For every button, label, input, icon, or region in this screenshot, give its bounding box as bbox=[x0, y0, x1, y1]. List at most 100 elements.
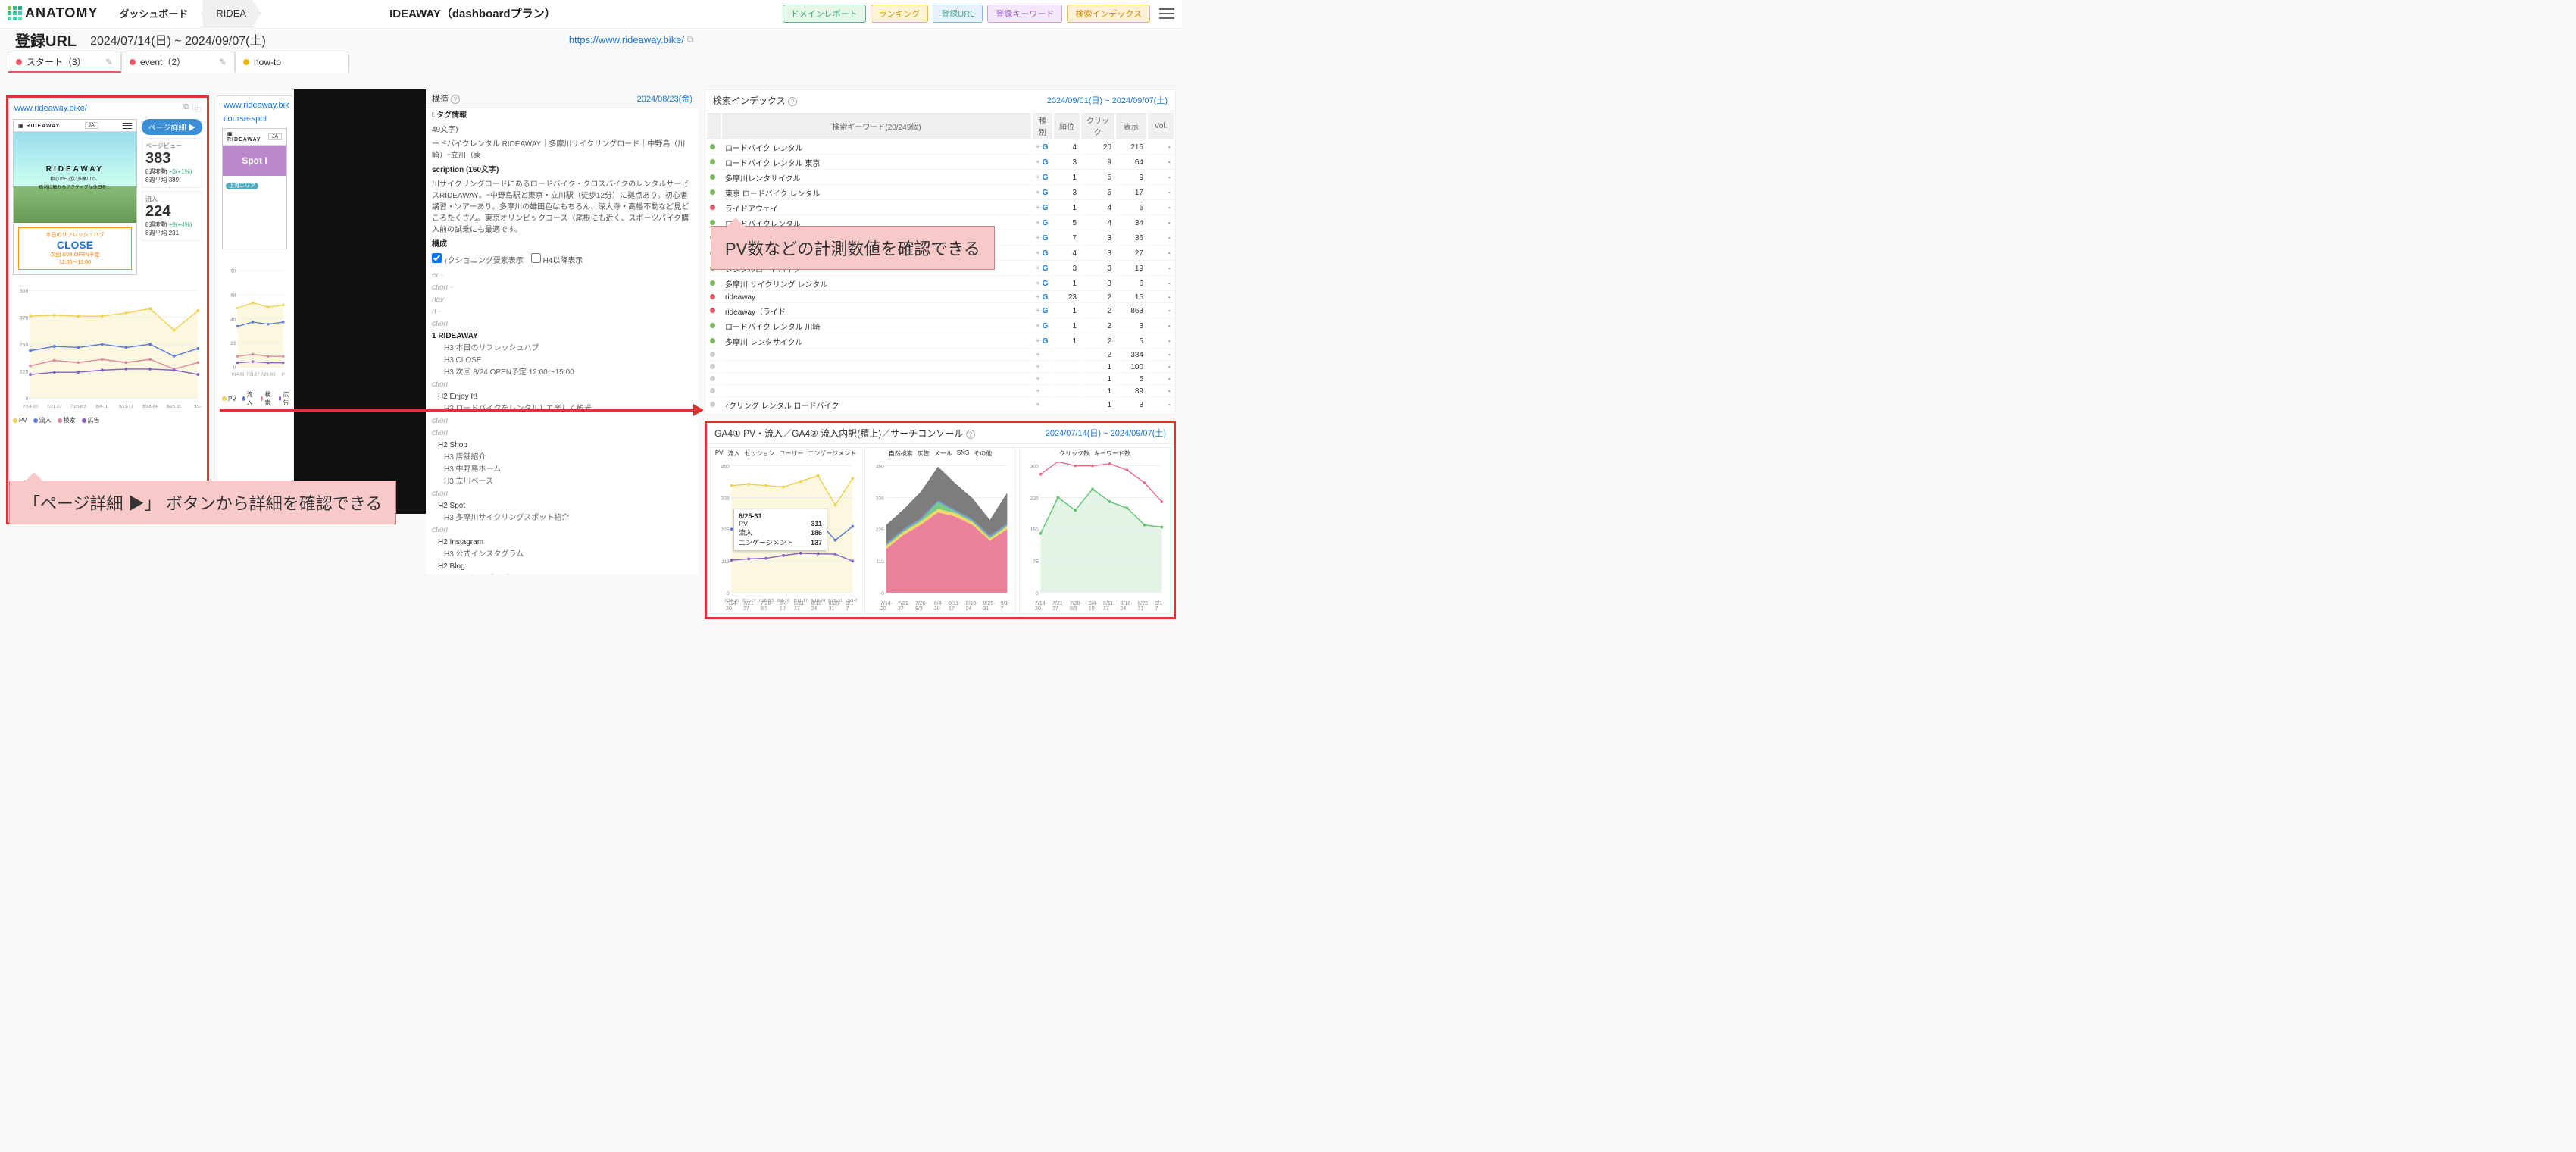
table-row[interactable]: ロードバイク レンタル 川崎 + G 123- bbox=[707, 320, 1174, 333]
svg-text:8/: 8/ bbox=[282, 373, 286, 377]
btn-search-index[interactable]: 検索インデックス bbox=[1067, 5, 1150, 23]
svg-text:125: 125 bbox=[20, 370, 28, 375]
date-range: 2024/07/14(日) ~ 2024/09/07(土) bbox=[90, 30, 266, 49]
page-header-row: 登録URL 2024/07/14(日) ~ 2024/09/07(土) http… bbox=[0, 27, 1182, 52]
nav-tabs: ダッシュボード RIDEA bbox=[105, 0, 261, 27]
url-card: www.rideaway.bik course-spot ▣ RIDEAWAY … bbox=[217, 95, 292, 524]
btn-registered-url[interactable]: 登録URL bbox=[933, 5, 983, 23]
svg-text:8/18-24: 8/18-24 bbox=[142, 405, 158, 409]
table-row[interactable]: + 15- bbox=[707, 374, 1174, 385]
logo[interactable]: ANATOMY bbox=[0, 5, 105, 21]
external-link-icon[interactable]: ⧉ bbox=[183, 102, 189, 114]
svg-text:338: 338 bbox=[876, 496, 884, 501]
table-row[interactable]: rideaway（ライド + G 12863- bbox=[707, 305, 1174, 318]
svg-text:113: 113 bbox=[721, 559, 730, 565]
h4-checkbox[interactable]: H4以降表示 bbox=[531, 257, 583, 265]
annotation-arrow bbox=[220, 409, 701, 412]
svg-text:7/28-8/3: 7/28-8/3 bbox=[70, 405, 86, 409]
card-chart: 01252503755007/14-207/21-277/28-8/38/4-1… bbox=[8, 280, 207, 416]
svg-text:7/28-8/3: 7/28-8/3 bbox=[261, 373, 275, 377]
external-link-icon[interactable]: ⧉ bbox=[687, 34, 694, 45]
right-column: 検索インデックス ?2024/09/01(日) ~ 2024/09/07(土) … bbox=[705, 89, 1176, 625]
svg-text:225: 225 bbox=[721, 527, 730, 533]
svg-text:375: 375 bbox=[20, 316, 28, 321]
help-icon[interactable]: ? bbox=[966, 430, 975, 439]
table-row[interactable]: 多摩川レンタサイクル + G 159- bbox=[707, 171, 1174, 185]
table-row[interactable]: + 139- bbox=[707, 387, 1174, 397]
edit-icon[interactable]: ✎ bbox=[105, 57, 113, 67]
logo-icon bbox=[8, 6, 22, 20]
chart-legend: PV流入検索広告 bbox=[8, 416, 207, 427]
table-row[interactable]: ロードバイク レンタル 東京 + G 3964- bbox=[707, 156, 1174, 170]
redacted-overlay bbox=[294, 89, 426, 514]
svg-text:7/21-27: 7/21-27 bbox=[246, 373, 260, 377]
annotation-callout: PV数などの計測数値を確認できる bbox=[711, 226, 995, 270]
table-row[interactable]: rideaway + G 23215- bbox=[707, 293, 1174, 303]
ga4-panel: GA4① PV・流入／GA4② 流入内訳(積上)／サーチコンソール ?2024/… bbox=[705, 421, 1176, 619]
btn-ranking[interactable]: ランキング bbox=[871, 5, 929, 23]
table-row[interactable]: 多摩川 レンタサイクル + G 125- bbox=[707, 335, 1174, 349]
site-title: IDEAWAY（dashboardプラン） bbox=[389, 5, 555, 21]
svg-text:68: 68 bbox=[230, 293, 236, 298]
filter-tab-start[interactable]: スタート（3）✎ bbox=[8, 52, 121, 73]
svg-text:0: 0 bbox=[25, 396, 28, 402]
stat-pageview: ページビュー 383 8週変動 +3(+1%) 8週平均 389 bbox=[142, 138, 202, 188]
menu-icon[interactable] bbox=[123, 123, 132, 129]
btn-domain-report[interactable]: ドメインレポート bbox=[783, 5, 866, 23]
svg-text:8/11-17: 8/11-17 bbox=[119, 405, 133, 409]
svg-text:0: 0 bbox=[881, 591, 884, 596]
table-row[interactable]: ｨクリング レンタル ロードバイク + 13- bbox=[707, 399, 1174, 412]
svg-text:9/1-: 9/1- bbox=[194, 405, 202, 409]
top-buttons: ドメインレポート ランキング 登録URL 登録キーワード 検索インデックス bbox=[783, 5, 1174, 23]
lang-select[interactable]: JA bbox=[85, 122, 98, 129]
page-preview: ▣ RIDEAWAY JA RIDEAWAY 都心から近い多摩川で、 自然に触れ… bbox=[13, 119, 137, 275]
svg-text:7/14-20: 7/14-20 bbox=[231, 373, 245, 377]
table-row[interactable]: + 1100- bbox=[707, 362, 1174, 373]
svg-text:450: 450 bbox=[721, 464, 730, 469]
table-row[interactable]: ライドアウェイ + G 146- bbox=[707, 202, 1174, 215]
logo-text: ANATOMY bbox=[25, 5, 98, 21]
filter-tab-event[interactable]: event（2）✎ bbox=[121, 52, 235, 73]
ga-chart-search-console: クリック数キーワード数 075150225300 7/14-207/21-277… bbox=[1019, 447, 1171, 614]
edit-icon[interactable]: ✎ bbox=[219, 57, 227, 67]
table-row[interactable]: + 2384- bbox=[707, 350, 1174, 361]
svg-text:8/25-31: 8/25-31 bbox=[167, 405, 182, 409]
svg-text:7/14-20: 7/14-20 bbox=[23, 405, 38, 409]
html-structure-panel: 構造 ?2024/08/23(金) Lタグ情報 49文字) ードバイクレンタル … bbox=[426, 89, 699, 574]
svg-text:500: 500 bbox=[20, 289, 28, 294]
svg-text:0: 0 bbox=[727, 591, 730, 596]
svg-text:23: 23 bbox=[230, 342, 236, 346]
svg-text:300: 300 bbox=[1030, 464, 1039, 469]
stat-inflow: 流入 224 8週変動 +9(+4%) 8週平均 231 bbox=[142, 191, 202, 241]
chart-tooltip: 8/25-31 PV311 流入186 エンゲージメント137 bbox=[733, 509, 827, 551]
help-icon[interactable]: ? bbox=[788, 97, 797, 106]
page-detail-button[interactable]: ページ詳細 ▶ bbox=[142, 119, 202, 135]
svg-text:8/4-10: 8/4-10 bbox=[96, 405, 108, 409]
table-row[interactable]: 多摩川 サイクリング レンタル + G 136- bbox=[707, 277, 1174, 291]
svg-text:90: 90 bbox=[230, 270, 236, 274]
ga-chart-pv: PV流入セッションユーザーエンゲージメント 01132253384507/14-… bbox=[710, 447, 861, 614]
chart-legend: PV流入検索広告 bbox=[217, 390, 292, 410]
tab-dashboard[interactable]: ダッシュボード bbox=[105, 0, 202, 27]
svg-text:225: 225 bbox=[876, 527, 884, 533]
card-url[interactable]: www.rideaway.bik bbox=[217, 96, 292, 114]
preview-status-box: 本日のリフレッシュハブ CLOSE 次回 8/24 OPEN予定 12:00〜1… bbox=[18, 227, 132, 270]
svg-text:450: 450 bbox=[876, 464, 884, 469]
sectioning-checkbox[interactable]: ｨクショニング要素表示 bbox=[432, 257, 524, 265]
svg-text:150: 150 bbox=[1030, 527, 1039, 533]
btn-registered-keyword[interactable]: 登録キーワード bbox=[987, 5, 1062, 23]
url-card: www.rideaway.bike/ ⧉⿻ ▣ RIDEAWAY JA RIDE… bbox=[6, 95, 209, 524]
site-url-link[interactable]: https://www.rideaway.bike/ bbox=[569, 34, 684, 45]
svg-text:7/21-27: 7/21-27 bbox=[47, 405, 62, 409]
hamburger-icon[interactable] bbox=[1159, 8, 1174, 19]
help-icon[interactable]: ? bbox=[451, 95, 460, 104]
topbar: ANATOMY ダッシュボード RIDEA IDEAWAY（dashboardプ… bbox=[0, 0, 1182, 27]
tab-ridea[interactable]: RIDEA bbox=[202, 0, 261, 27]
card-url[interactable]: www.rideaway.bike/ ⧉⿻ bbox=[8, 98, 207, 119]
table-row[interactable]: ロードバイク レンタル + G 420216- bbox=[707, 141, 1174, 155]
svg-text:45: 45 bbox=[230, 318, 236, 322]
page-title: 登録URL bbox=[15, 29, 77, 51]
copy-icon[interactable]: ⿻ bbox=[192, 102, 201, 114]
table-row[interactable]: 東京 ロードバイク レンタル + G 3517- bbox=[707, 186, 1174, 200]
filter-tab-howto[interactable]: how-to bbox=[235, 52, 349, 73]
